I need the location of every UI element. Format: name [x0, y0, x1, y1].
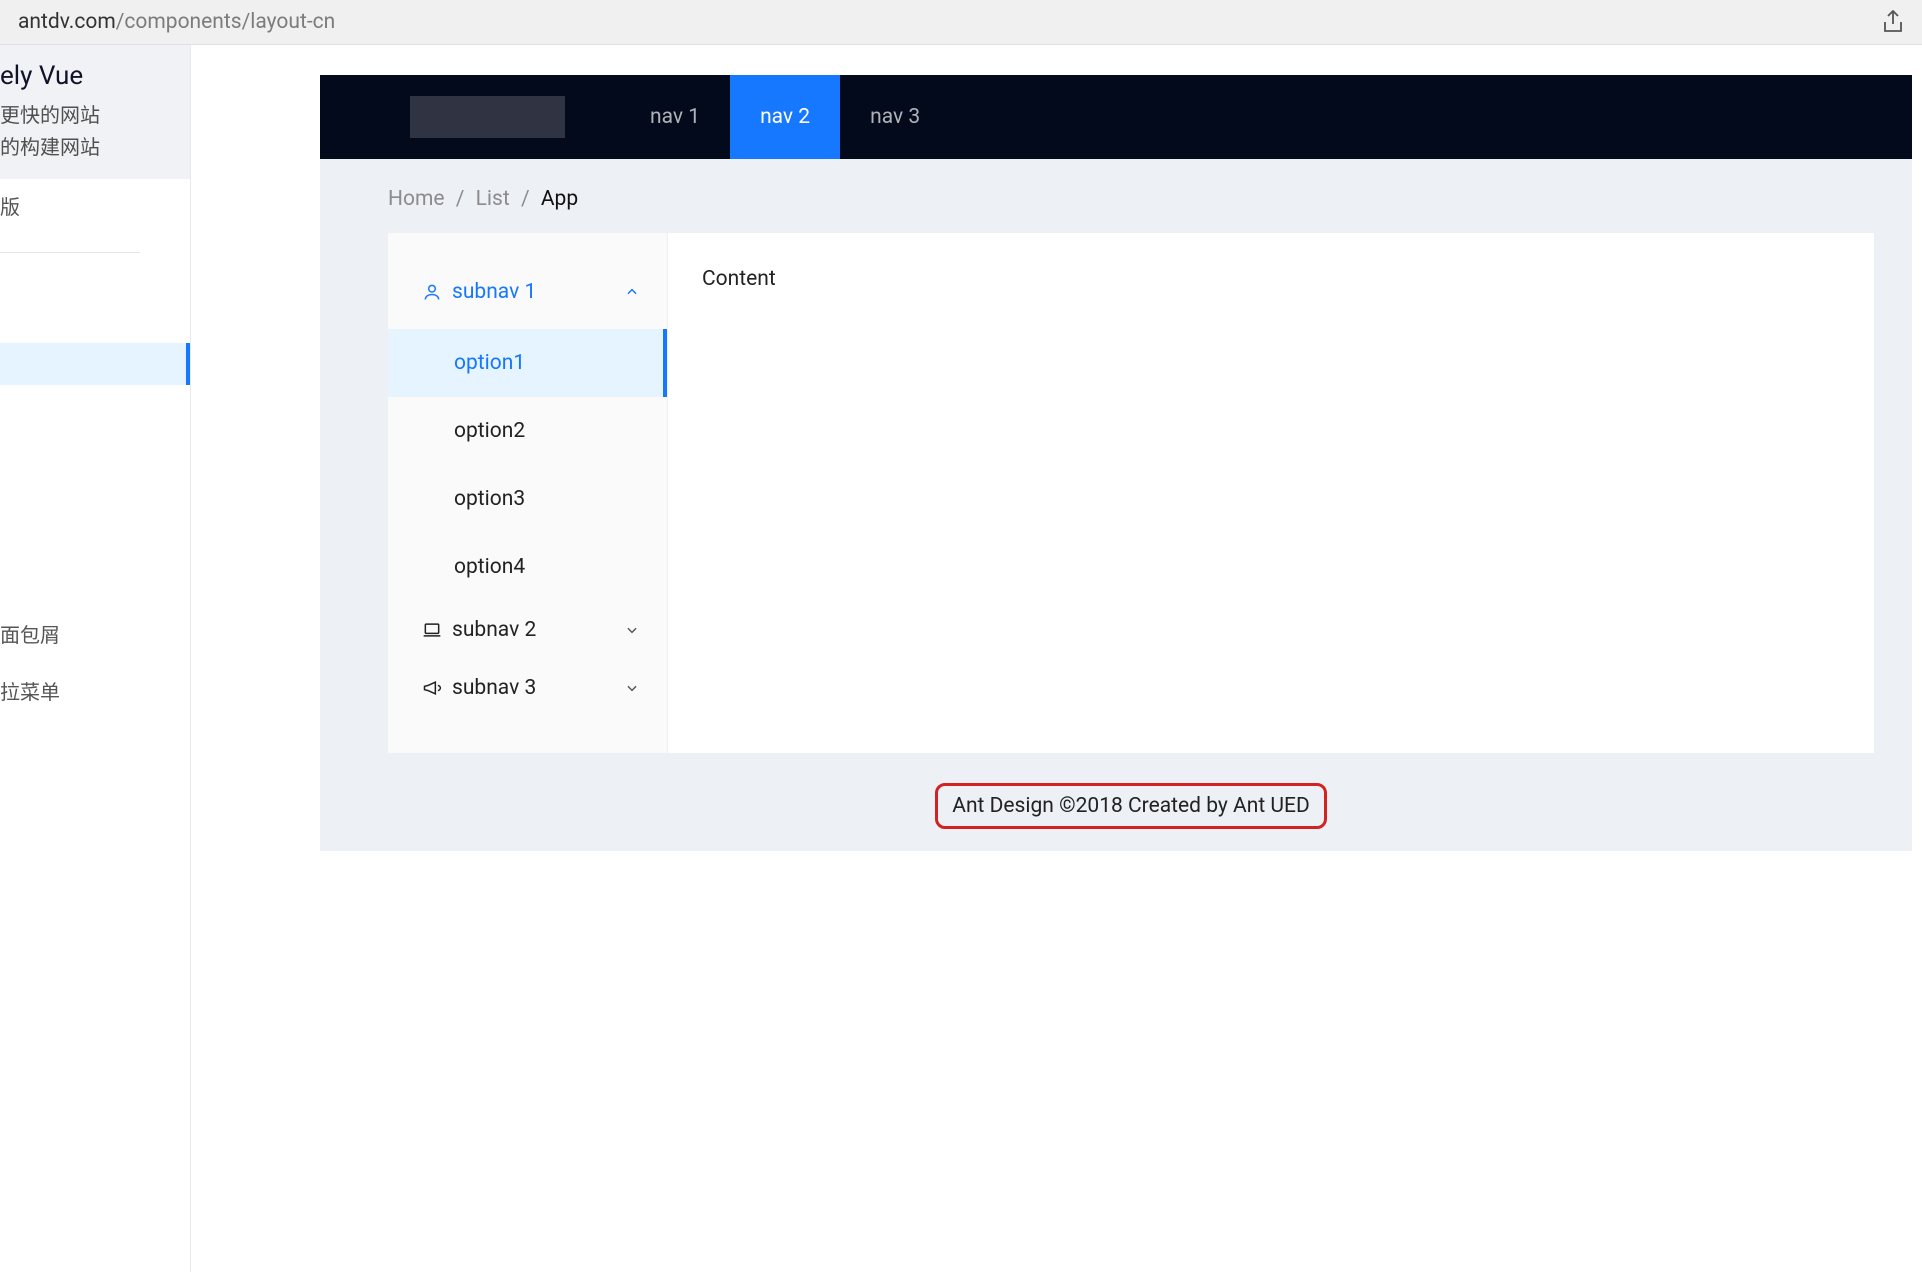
submenu-subnav1[interactable]: subnav 1 [388, 263, 667, 321]
menu-option-2[interactable]: option2 [388, 397, 667, 465]
layout-demo: nav 1 nav 2 nav 3 Home / List / [320, 75, 1912, 851]
sidebar-item[interactable]: 版 [0, 179, 190, 232]
breadcrumb-item[interactable]: List [476, 187, 510, 211]
nav-label: nav 3 [870, 105, 920, 129]
browser-address-bar: antdv.com/components/layout-cn [0, 0, 1922, 45]
option-label: option3 [454, 487, 525, 511]
chevron-down-icon [625, 623, 639, 637]
breadcrumb-sep: / [515, 187, 536, 211]
sidebar-line-1: 更快的网站 [0, 99, 180, 131]
breadcrumb-sep: / [450, 187, 471, 211]
submenu-label: subnav 3 [452, 676, 625, 700]
logo-placeholder [410, 96, 565, 138]
nav-item-2[interactable]: nav 2 [730, 75, 840, 159]
nav-label: nav 2 [760, 105, 810, 129]
submenu-label: subnav 2 [452, 618, 625, 642]
nav-item-3[interactable]: nav 3 [840, 75, 950, 159]
option-label: option2 [454, 419, 525, 443]
layout-footer: Ant Design ©2018 Created by Ant UED [388, 753, 1874, 851]
user-icon [422, 282, 444, 302]
sidebar-item-breadcrumb[interactable]: 面包屑 [0, 605, 190, 662]
breadcrumb-item[interactable]: Home [388, 187, 445, 211]
share-icon[interactable] [1882, 10, 1904, 34]
menu-option-3[interactable]: option3 [388, 465, 667, 533]
inner-panel: subnav 1 option1 option2 [388, 233, 1874, 753]
doc-sidebar: ely Vue 更快的网站 的构建网站 版 面包屑 拉菜单 [0, 45, 190, 1272]
footer-highlight: Ant Design ©2018 Created by Ant UED [935, 783, 1327, 829]
breadcrumb-item-current: App [541, 187, 578, 211]
megaphone-icon [422, 678, 444, 698]
chevron-down-icon [625, 681, 639, 695]
option-label: option1 [454, 351, 525, 375]
content-body: Content [668, 233, 1874, 753]
nav-label: nav 1 [650, 105, 700, 129]
sidebar-item-dropdown[interactable]: 拉菜单 [0, 662, 190, 719]
menu-option-1[interactable]: option1 [388, 329, 667, 397]
menu-option-4[interactable]: option4 [388, 533, 667, 601]
chevron-up-icon [625, 285, 639, 299]
side-menu: subnav 1 option1 option2 [388, 233, 668, 753]
option-label: option4 [454, 555, 525, 579]
url-domain: antdv.com [18, 10, 116, 34]
nav-item-1[interactable]: nav 1 [620, 75, 730, 159]
submenu-subnav3[interactable]: subnav 3 [388, 659, 667, 717]
divider [0, 252, 140, 253]
sidebar-item-selected[interactable] [0, 343, 190, 385]
url-path: /components/layout-cn [116, 10, 336, 34]
content-text: Content [702, 267, 776, 291]
sidebar-title: ely Vue [0, 57, 180, 99]
footer-text: Ant Design ©2018 Created by Ant UED [952, 794, 1310, 818]
submenu-subnav2[interactable]: subnav 2 [388, 601, 667, 659]
layout-body: Home / List / App [320, 159, 1912, 851]
gutter [190, 45, 285, 1272]
sidebar-line-2: 的构建网站 [0, 131, 180, 163]
laptop-icon [422, 620, 444, 640]
submenu-label: subnav 1 [452, 280, 625, 304]
breadcrumb: Home / List / App [388, 177, 1874, 233]
layout-header: nav 1 nav 2 nav 3 [320, 75, 1912, 159]
